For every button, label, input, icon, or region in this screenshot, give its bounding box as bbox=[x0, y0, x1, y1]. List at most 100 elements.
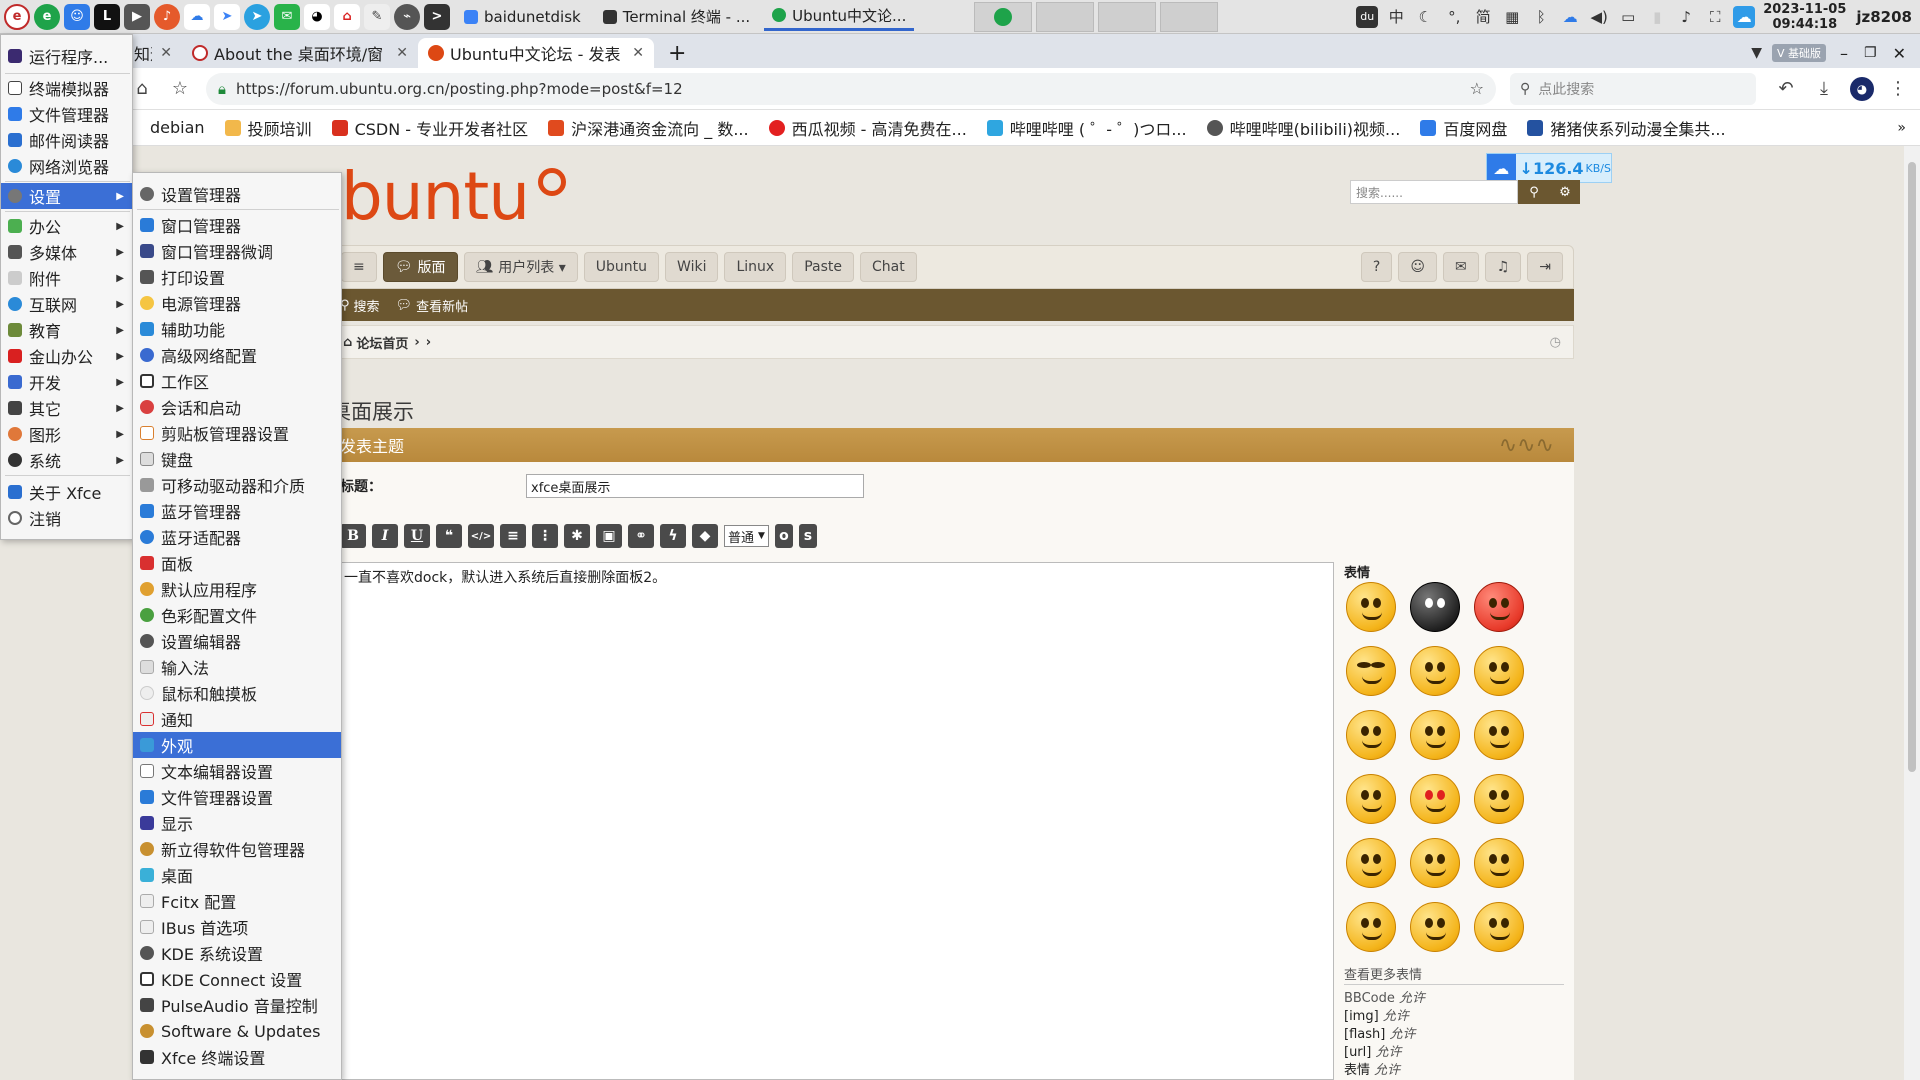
telegram-icon[interactable]: ➤ bbox=[244, 3, 270, 30]
workspace-4[interactable] bbox=[1160, 1, 1219, 32]
submenu-ibus[interactable]: IBus 首选项 bbox=[133, 914, 341, 940]
submenu-kde-settings[interactable]: KDE 系统设置 bbox=[133, 940, 341, 966]
quote-button[interactable]: ❝ bbox=[436, 524, 462, 548]
bookmark-debian[interactable]: debian bbox=[150, 118, 205, 137]
system-monitor-icon[interactable]: ⌁ bbox=[394, 3, 420, 30]
close-window-icon[interactable]: ✕ bbox=[1893, 44, 1906, 63]
menu-office[interactable]: 办公 ▶ bbox=[1, 213, 132, 239]
pdf-reader-icon[interactable]: ⌂ bbox=[334, 3, 360, 30]
list-item-button[interactable]: ✱ bbox=[564, 524, 590, 548]
bookmark-bilibili-2[interactable]: 哔哩哔哩(bilibili)视频... bbox=[1206, 116, 1400, 140]
favorite-star-icon[interactable]: ☆ bbox=[1470, 79, 1484, 98]
smiley-icon[interactable] bbox=[1346, 774, 1396, 824]
nav-menu-button[interactable]: ≡ bbox=[341, 252, 377, 282]
tab-ubuntu-forum[interactable]: Ubuntu中文论坛 - 发表 ✕ bbox=[418, 38, 654, 68]
submenu-synaptic[interactable]: 新立得软件包管理器 bbox=[133, 836, 341, 862]
submenu-panel[interactable]: 面板 bbox=[133, 550, 341, 576]
more-smilies-link[interactable]: 查看更多表情 bbox=[1344, 964, 1422, 983]
forum-search-button[interactable]: ⚲ bbox=[1518, 180, 1550, 204]
submenu-session[interactable]: 会话和启动 bbox=[133, 394, 341, 420]
text-editor-icon[interactable]: ✎ bbox=[364, 3, 390, 30]
submenu-keyboard[interactable]: 键盘 bbox=[133, 446, 341, 472]
submenu-network[interactable]: 高级网络配置 bbox=[133, 342, 341, 368]
bold-button[interactable]: B bbox=[340, 524, 366, 548]
submenu-bluetooth-manager[interactable]: 蓝牙管理器 bbox=[133, 498, 341, 524]
smiley-icon[interactable] bbox=[1346, 838, 1396, 888]
workspace-2[interactable] bbox=[1036, 1, 1095, 32]
menu-terminal[interactable]: 终端模拟器 bbox=[1, 75, 132, 101]
smiley-icon[interactable] bbox=[1346, 646, 1396, 696]
submenu-settings-manager[interactable]: 设置管理器 bbox=[133, 181, 341, 207]
profile-avatar[interactable]: ◕ bbox=[1850, 76, 1874, 101]
smiley-icon[interactable] bbox=[1474, 646, 1524, 696]
tab-about-desktop[interactable]: About the 桌面环境/窗 ✕ bbox=[182, 38, 418, 68]
workspace-1[interactable] bbox=[974, 1, 1033, 32]
lark-icon[interactable]: L bbox=[94, 3, 120, 30]
submenu-pulseaudio[interactable]: PulseAudio 音量控制 bbox=[133, 992, 341, 1018]
smiley-icon[interactable] bbox=[1410, 838, 1460, 888]
bookmark-folder[interactable]: 投顾培训 bbox=[224, 116, 312, 140]
menu-logout[interactable]: 注销 bbox=[1, 505, 132, 531]
wechat-icon[interactable]: ✉ bbox=[274, 3, 300, 30]
screenshot-icon[interactable]: ⛶ bbox=[1704, 6, 1726, 28]
notification-bell-icon[interactable]: ♪ bbox=[1675, 6, 1697, 28]
music-icon[interactable]: ♪ bbox=[154, 3, 180, 30]
bookmark-cartoon[interactable]: 猪猪侠系列动漫全集共... bbox=[1527, 116, 1726, 140]
submenu-file-manager-settings[interactable]: 文件管理器设置 bbox=[133, 784, 341, 810]
smiley-icon[interactable] bbox=[1410, 710, 1460, 760]
color-button[interactable]: ◆ bbox=[692, 524, 718, 548]
submenu-display[interactable]: 显示 bbox=[133, 810, 341, 836]
smiley-icon[interactable] bbox=[1474, 838, 1524, 888]
task-terminal[interactable]: Terminal 终端 - ... bbox=[595, 3, 758, 31]
nav-linux[interactable]: Linux bbox=[724, 252, 787, 282]
undo-icon[interactable]: ↶ bbox=[1774, 77, 1798, 101]
smiley-icon[interactable] bbox=[1346, 582, 1396, 632]
submenu-text-editor-settings[interactable]: 文本编辑器设置 bbox=[133, 758, 341, 784]
font-size-select[interactable]: 普通 ▼ bbox=[724, 525, 769, 547]
subject-input[interactable]: xfce桌面展示 bbox=[526, 474, 864, 498]
logout-icon[interactable]: ⇥ bbox=[1527, 252, 1563, 282]
submenu-accessibility[interactable]: 辅助功能 bbox=[133, 316, 341, 342]
url-bar[interactable]: 🔒︎ https://forum.ubuntu.org.cn/posting.p… bbox=[206, 72, 1496, 105]
submenu-software-updates[interactable]: Software & Updates bbox=[133, 1018, 341, 1044]
underline-button[interactable]: U bbox=[404, 524, 430, 548]
forum-search-input[interactable]: 搜索...... bbox=[1350, 180, 1518, 204]
bookmark-stock[interactable]: 沪深港通资金流向 _ 数... bbox=[548, 116, 749, 140]
list-button[interactable]: ≡ bbox=[500, 524, 526, 548]
ime-indicator[interactable]: 中 bbox=[1385, 6, 1407, 28]
user-name[interactable]: jz8208 bbox=[1856, 8, 1912, 26]
image-button[interactable]: ▣ bbox=[596, 524, 622, 548]
nav-forums[interactable]: 💬︎ 版面 bbox=[382, 252, 458, 282]
menu-graphics[interactable]: 图形 ▶ bbox=[1, 421, 132, 447]
nav-user-list[interactable]: 👥︎ 用户列表 ▾ bbox=[463, 252, 578, 282]
minimize-icon[interactable]: – bbox=[1840, 44, 1848, 63]
submenu-appearance[interactable]: 外观 bbox=[133, 732, 341, 758]
maximize-icon[interactable]: ❐ bbox=[1864, 45, 1877, 61]
submenu-removable-drives[interactable]: 可移动驱动器和介质 bbox=[133, 472, 341, 498]
menu-system[interactable]: 系统 ▶ bbox=[1, 447, 132, 473]
bluetooth-icon[interactable]: ᛒ bbox=[1530, 6, 1552, 28]
smiley-icon[interactable] bbox=[1410, 774, 1460, 824]
more-bookmarks-icon[interactable]: » bbox=[1897, 120, 1906, 136]
subnav-new-posts[interactable]: 查看新帖 bbox=[416, 296, 468, 315]
subnav-search[interactable]: 搜索 bbox=[354, 296, 380, 315]
submenu-window-tweaks[interactable]: 窗口管理器微调 bbox=[133, 238, 341, 264]
link-button[interactable]: ⚭ bbox=[628, 524, 654, 548]
blank-tray-icon[interactable]: ▮ bbox=[1646, 6, 1668, 28]
battery-icon[interactable]: ▭ bbox=[1617, 6, 1639, 28]
menu-settings[interactable]: 设置 ▶ bbox=[1, 183, 132, 209]
bookmark-csdn[interactable]: CSDN - 专业开发者社区 bbox=[331, 116, 528, 140]
task-ubuntu-forum[interactable]: Ubuntu中文论... bbox=[764, 3, 915, 31]
download-speed-widget[interactable]: ☁ ↓126.4 KB/S bbox=[1486, 153, 1612, 183]
close-tab-icon[interactable]: ✕ bbox=[632, 45, 644, 61]
menu-multimedia[interactable]: 多媒体 ▶ bbox=[1, 239, 132, 265]
submenu-xfce-terminal-settings[interactable]: Xfce 终端设置 bbox=[133, 1044, 341, 1070]
smiley-icon[interactable] bbox=[1346, 902, 1396, 952]
nav-paste[interactable]: Paste bbox=[792, 252, 854, 282]
menu-accessories[interactable]: 附件 ▶ bbox=[1, 265, 132, 291]
baidunetdisk-icon[interactable]: ☁ bbox=[184, 3, 210, 30]
inbox-icon[interactable]: ✉ bbox=[1442, 252, 1479, 282]
bell-icon[interactable]: ♫ bbox=[1484, 252, 1522, 282]
submenu-window-manager[interactable]: 窗口管理器 bbox=[133, 212, 341, 238]
keyboard-grid-icon[interactable]: ▦ bbox=[1501, 6, 1523, 28]
